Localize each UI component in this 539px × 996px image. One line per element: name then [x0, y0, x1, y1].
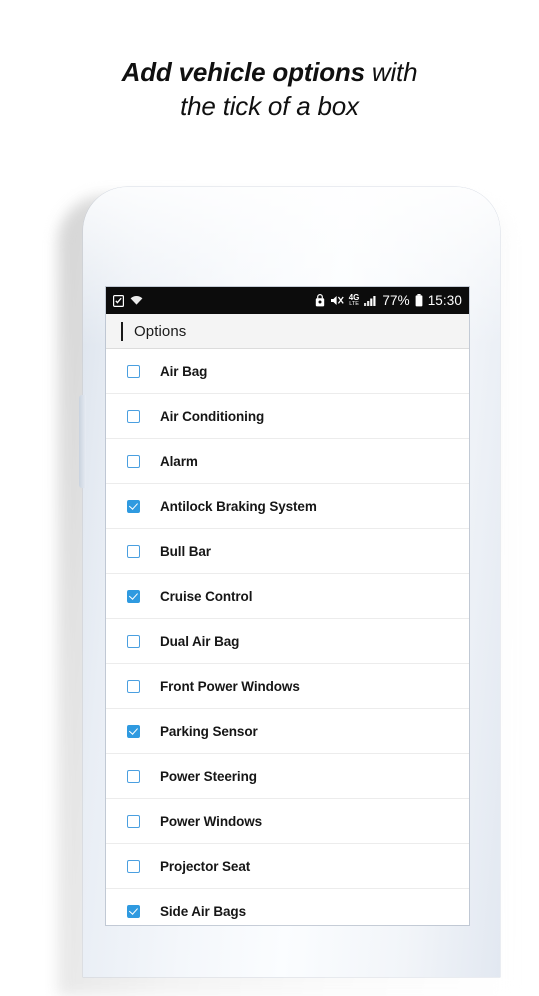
option-row[interactable]: Antilock Braking System	[106, 484, 469, 529]
task-app-icon	[113, 294, 124, 307]
headline-line-2: the tick of a box	[180, 91, 359, 121]
app-bar: Options	[106, 314, 469, 349]
checkbox-unchecked-icon[interactable]	[127, 679, 140, 693]
headline-line-1: Add vehicle options with	[0, 55, 539, 89]
option-label: Bull Bar	[160, 543, 211, 559]
network-type-label: 4G LTE	[348, 292, 360, 307]
wifi-icon	[130, 295, 143, 306]
checkbox-unchecked-icon[interactable]	[127, 634, 140, 648]
option-label: Air Conditioning	[160, 408, 265, 424]
phone-device: 4G LTE 77% 15:30 Options Air Bag Air Con…	[79, 187, 500, 977]
option-label: Dual Air Bag	[160, 633, 240, 649]
option-row[interactable]: Dual Air Bag	[106, 619, 469, 664]
option-row[interactable]: Side Air Bags	[106, 889, 469, 925]
option-label: Antilock Braking System	[160, 498, 317, 514]
option-row[interactable]: Air Bag	[106, 349, 469, 394]
option-label: Cruise Control	[160, 588, 253, 604]
option-row[interactable]: Alarm	[106, 439, 469, 484]
option-label: Projector Seat	[160, 858, 251, 874]
signal-bars-icon	[364, 295, 377, 306]
option-row[interactable]: Front Power Windows	[106, 664, 469, 709]
chevron-left-icon	[121, 322, 123, 341]
phone-screen: 4G LTE 77% 15:30 Options Air Bag Air Con…	[106, 287, 469, 925]
checkbox-unchecked-icon[interactable]	[127, 544, 140, 558]
status-bar-right: 4G LTE 77% 15:30	[315, 293, 462, 308]
checkbox-checked-icon[interactable]	[127, 724, 140, 738]
option-row[interactable]: Projector Seat	[106, 844, 469, 889]
option-label: Power Steering	[160, 768, 257, 784]
checkbox-unchecked-icon[interactable]	[127, 364, 140, 378]
checkbox-unchecked-icon[interactable]	[127, 859, 140, 873]
checkbox-unchecked-icon[interactable]	[127, 814, 140, 828]
page-title: Add vehicle options with the tick of a b…	[0, 55, 539, 123]
sound-mute-icon	[330, 294, 344, 307]
checkbox-unchecked-icon[interactable]	[127, 409, 140, 423]
back-button[interactable]	[119, 322, 123, 341]
status-bar-left	[113, 294, 143, 307]
options-list: Air Bag Air Conditioning Alarm Antilock Bra…	[106, 349, 469, 925]
option-label: Air Bag	[160, 363, 208, 379]
option-label: Alarm	[160, 453, 198, 469]
option-row[interactable]: Power Steering	[106, 754, 469, 799]
option-row[interactable]: Power Windows	[106, 799, 469, 844]
checkbox-checked-icon[interactable]	[127, 904, 140, 918]
option-label: Power Windows	[160, 813, 263, 829]
checkbox-checked-icon[interactable]	[127, 589, 140, 603]
headline-light: with	[364, 57, 418, 87]
headline-strong: Add vehicle options	[121, 57, 365, 87]
option-row[interactable]: Parking Sensor	[106, 709, 469, 754]
clock-label: 15:30	[427, 293, 462, 308]
option-label: Parking Sensor	[160, 723, 258, 739]
checkbox-checked-icon[interactable]	[127, 499, 140, 513]
option-row[interactable]: Cruise Control	[106, 574, 469, 619]
security-lock-icon	[315, 294, 325, 307]
option-row[interactable]: Air Conditioning	[106, 394, 469, 439]
option-label: Side Air Bags	[160, 903, 246, 919]
battery-icon	[415, 294, 423, 307]
phone-side-button[interactable]	[79, 395, 86, 488]
status-bar: 4G LTE 77% 15:30	[106, 287, 469, 314]
app-bar-title: Options	[134, 322, 187, 340]
checkbox-unchecked-icon[interactable]	[127, 454, 140, 468]
battery-percent-label: 77%	[382, 293, 410, 308]
checkbox-unchecked-icon[interactable]	[127, 769, 140, 783]
option-label: Front Power Windows	[160, 678, 300, 694]
option-row[interactable]: Bull Bar	[106, 529, 469, 574]
